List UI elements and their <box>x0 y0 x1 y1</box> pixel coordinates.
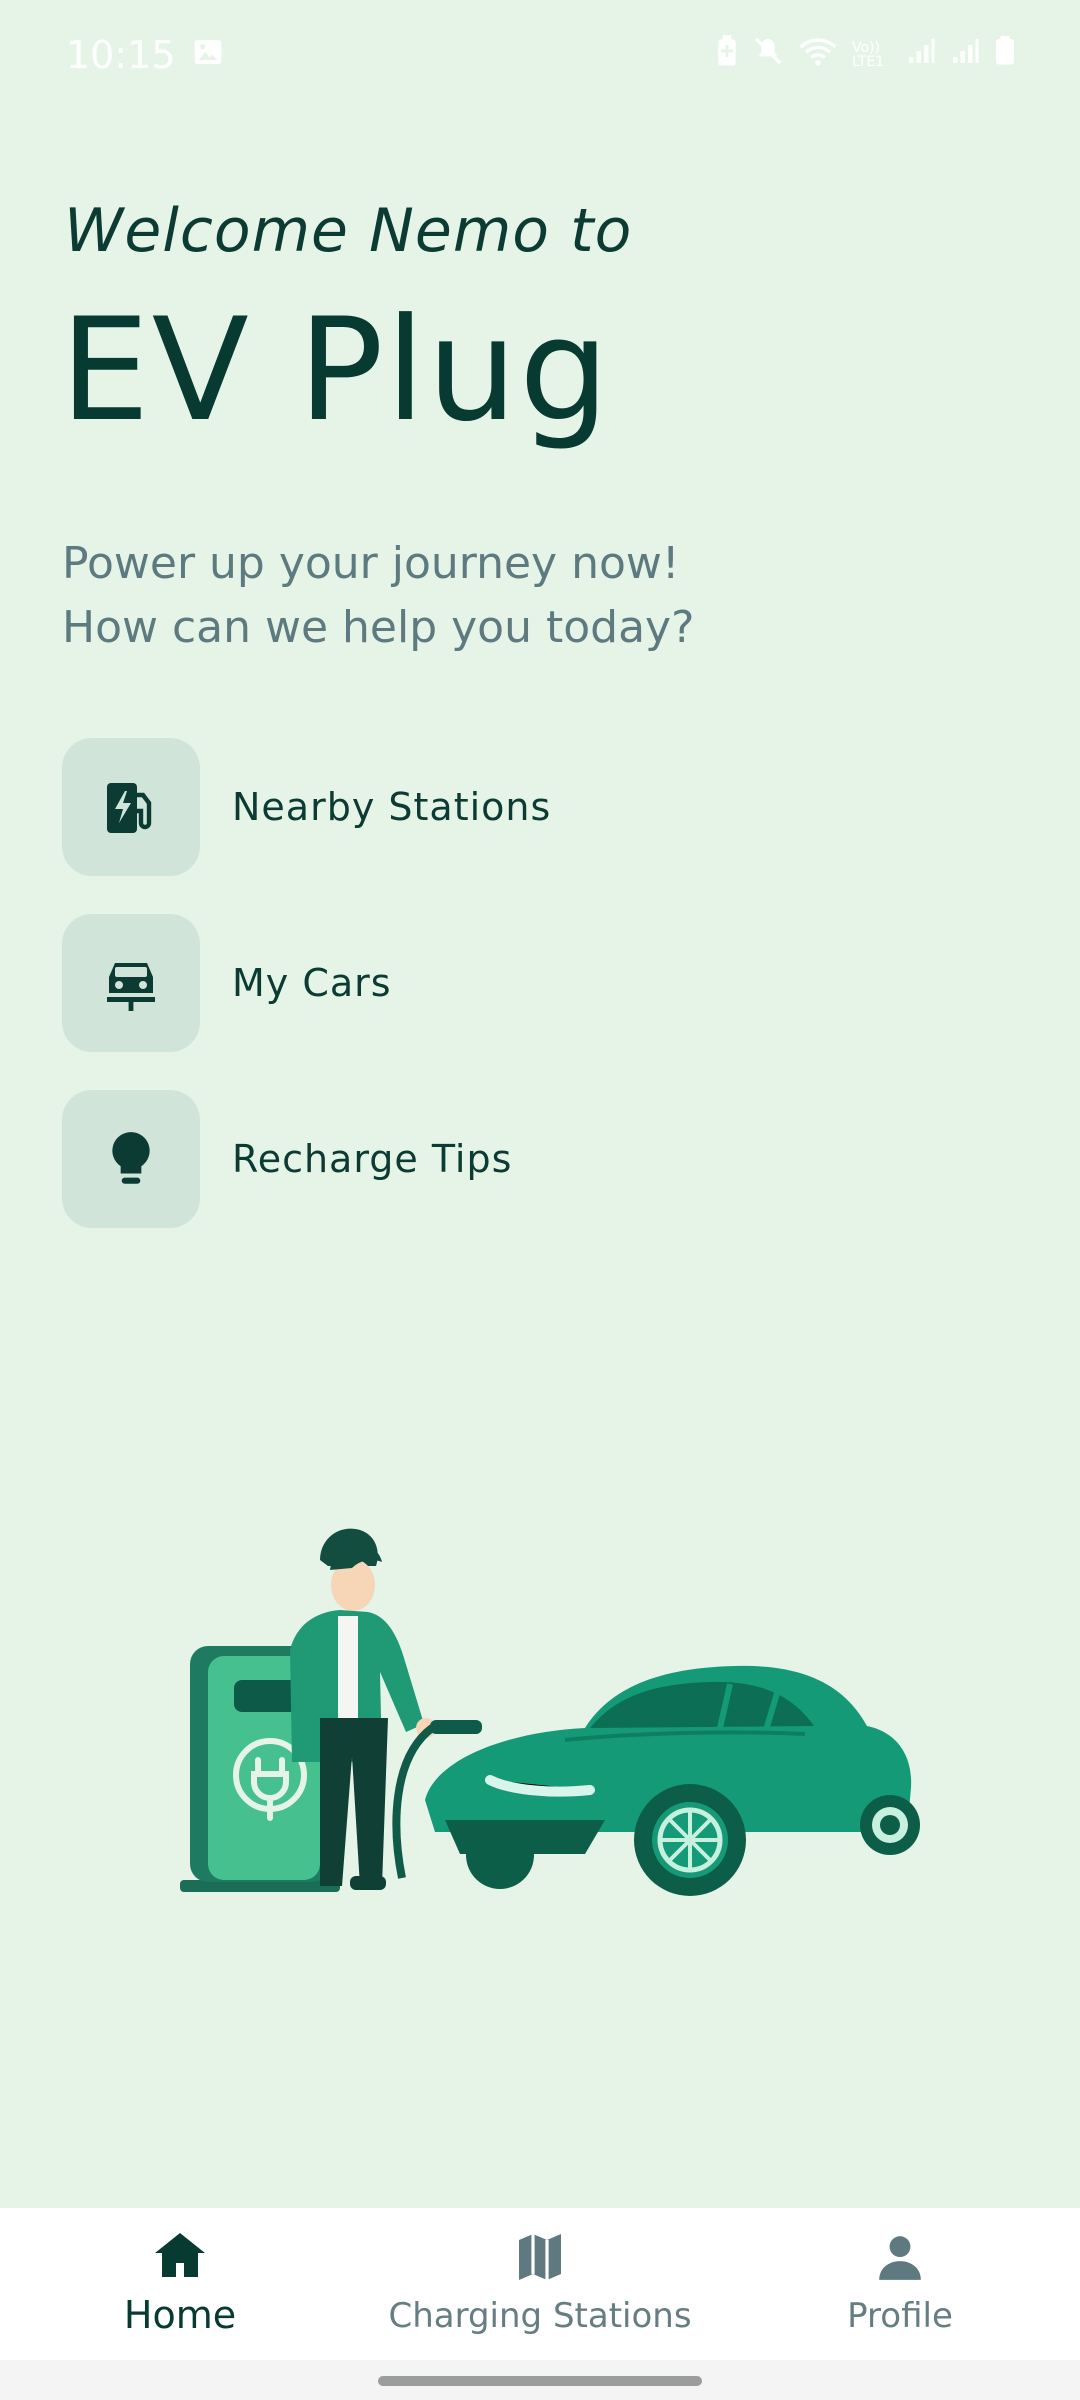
bottom-navigation: Home Charging Stations Profile <box>0 2208 1080 2360</box>
ev-station-icon <box>62 738 200 876</box>
signal-icon <box>906 36 936 74</box>
signal-icon <box>950 36 980 74</box>
mute-icon <box>752 35 784 75</box>
home-icon <box>153 2231 207 2283</box>
lightbulb-icon <box>62 1090 200 1228</box>
tagline-line-2: How can we help you today? <box>62 602 695 653</box>
menu-item-nearby-stations[interactable]: Nearby Stations <box>62 738 962 876</box>
menu-label: My Cars <box>232 961 392 1005</box>
menu-label: Nearby Stations <box>232 785 552 829</box>
volte-icon: Vo)) LTE1 <box>852 40 885 70</box>
nav-home[interactable]: Home <box>20 2231 340 2337</box>
car-icon <box>62 914 200 1052</box>
nav-label-home: Home <box>123 2293 237 2337</box>
battery-icon <box>994 36 1016 74</box>
nav-label-charging-stations: Charging Stations <box>388 2296 692 2336</box>
status-left: 10:15 <box>66 33 224 77</box>
battery-saver-icon <box>716 35 738 75</box>
gallery-notification-icon <box>192 33 224 77</box>
wifi-icon <box>798 35 838 75</box>
status-time: 10:15 <box>66 33 176 77</box>
nav-label-profile: Profile <box>847 2296 953 2336</box>
menu-item-recharge-tips[interactable]: Recharge Tips <box>62 1090 962 1228</box>
tagline-line-1: Power up your journey now! <box>62 538 680 589</box>
status-right: Vo)) LTE1 <box>716 35 1016 75</box>
gesture-handle[interactable] <box>378 2376 702 2386</box>
app-title: EV Plug <box>60 288 612 453</box>
ev-charging-illustration <box>170 1470 950 1910</box>
status-bar: 10:15 Vo)) LTE1 <box>0 0 1080 110</box>
nav-charging-stations[interactable]: Charging Stations <box>380 2232 700 2336</box>
quick-actions-menu: Nearby Stations My Cars Recharge Tips <box>62 738 962 1266</box>
tagline: Power up your journey now! How can we he… <box>62 532 694 660</box>
welcome-text: Welcome Nemo to <box>64 196 633 266</box>
nav-profile[interactable]: Profile <box>740 2232 1060 2336</box>
person-icon <box>875 2232 925 2286</box>
menu-item-my-cars[interactable]: My Cars <box>62 914 962 1052</box>
menu-label: Recharge Tips <box>232 1137 513 1181</box>
map-icon <box>515 2232 565 2286</box>
